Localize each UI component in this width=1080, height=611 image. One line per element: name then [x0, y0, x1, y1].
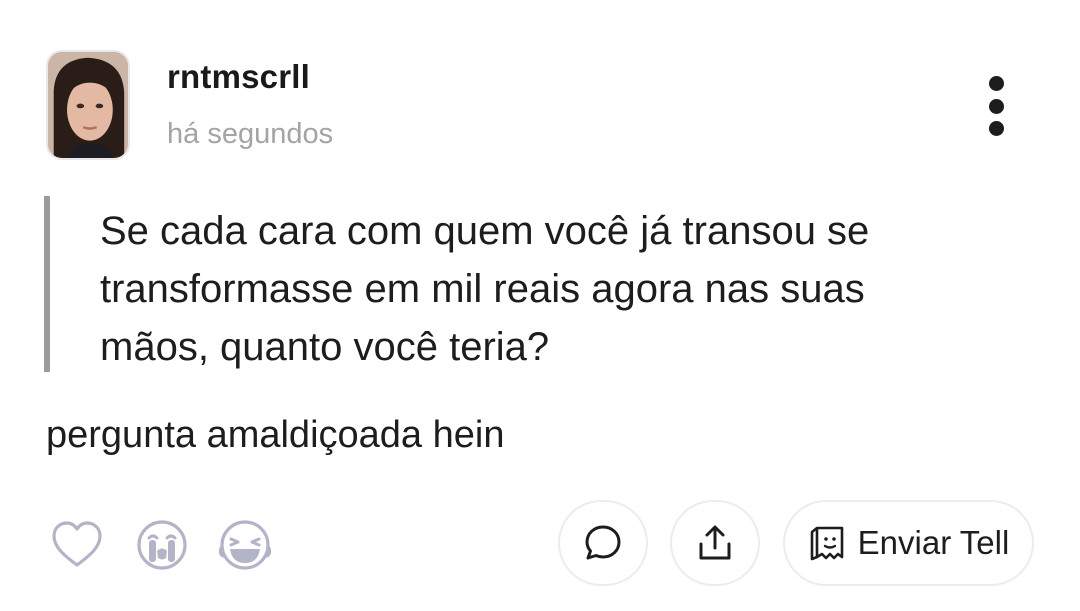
- cry-reaction-button[interactable]: [135, 518, 189, 572]
- more-options-icon: [989, 76, 1004, 91]
- avatar-photo: [48, 52, 128, 158]
- send-tell-button[interactable]: Enviar Tell: [783, 500, 1034, 586]
- laughing-face-icon: [218, 520, 272, 570]
- question-text: Se cada cara com quem você já transou se…: [100, 209, 870, 369]
- share-upload-icon: [699, 525, 731, 560]
- answer-text: pergunta amaldiçoada hein: [46, 414, 505, 456]
- more-options-button[interactable]: [975, 70, 1019, 142]
- question-quote: Se cada cara com quem você já transou se…: [44, 196, 984, 372]
- post-timestamp: há segundos: [167, 118, 334, 150]
- crying-face-icon: [137, 520, 187, 570]
- heart-reaction-button[interactable]: [50, 518, 104, 572]
- comment-bubble-icon: [585, 525, 621, 560]
- author-name[interactable]: rntmscrll: [167, 58, 310, 96]
- laugh-reaction-button[interactable]: [218, 518, 272, 572]
- heart-icon: [52, 521, 102, 567]
- send-tell-label: Enviar Tell: [857, 524, 1010, 561]
- share-button[interactable]: [670, 500, 760, 586]
- avatar[interactable]: [46, 50, 130, 160]
- tell-paper-icon: [810, 526, 843, 561]
- comment-button[interactable]: [558, 500, 648, 586]
- post-card: rntmscrll há segundos Se cada cara com q…: [0, 0, 1080, 611]
